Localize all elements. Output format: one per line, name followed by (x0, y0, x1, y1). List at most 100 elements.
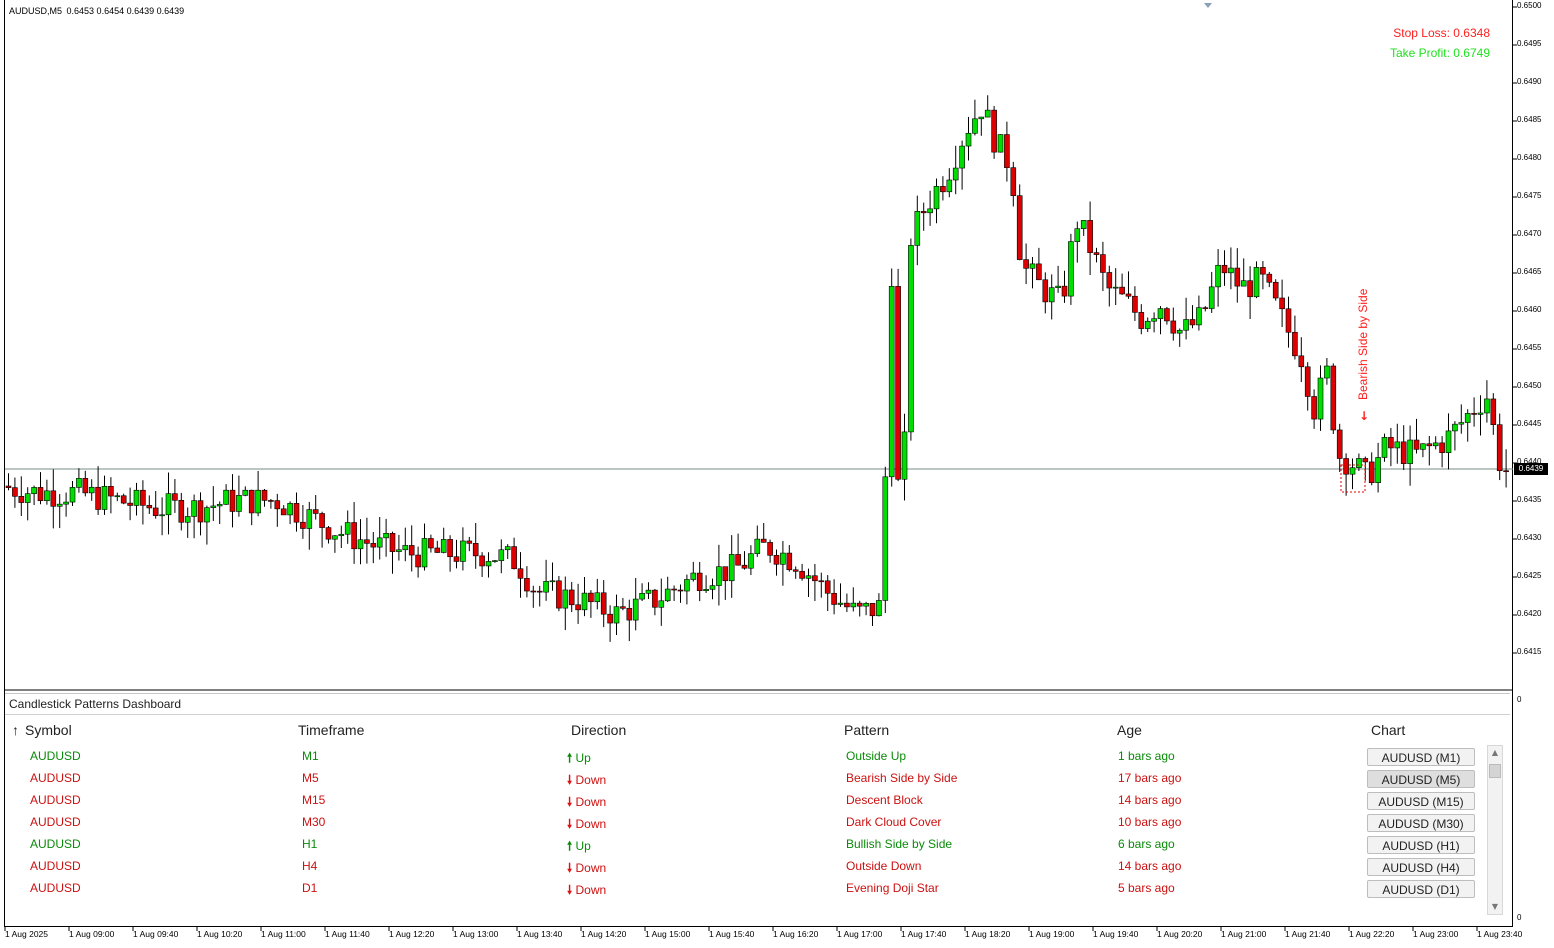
candle-body (24, 493, 31, 503)
candle-body (1055, 285, 1061, 288)
table-row[interactable]: AUDUSD M1 🠕 Up Outside Up 1 bars ago AUDUSD (… (5, 747, 1485, 769)
table-row[interactable]: AUDUSD M5 🠗 Down Bearish Side by Side 17 bar… (5, 769, 1485, 791)
column-header-pattern[interactable]: Pattern (844, 722, 889, 738)
open-chart-button[interactable]: AUDUSD (H1) (1367, 836, 1475, 854)
candle-body (664, 588, 671, 602)
table-row[interactable]: AUDUSD M30 🠗 Down Dark Cloud Cover 10 bars a… (5, 813, 1485, 835)
candle-body (1432, 442, 1439, 447)
time-axis-label: 1 Aug 12:20 (389, 929, 435, 939)
time-axis-label: 1 Aug 14:20 (581, 929, 627, 939)
candle-body (95, 486, 101, 510)
column-header-chart[interactable]: Chart (1371, 722, 1405, 738)
current-price-tag: 0.6439 (1514, 463, 1548, 475)
candle-body (978, 116, 985, 120)
candle-body (722, 566, 729, 582)
candle-body (805, 575, 812, 579)
candle-body (741, 564, 748, 569)
candle-body (1202, 307, 1209, 309)
row-direction: 🠗 Down (567, 771, 606, 792)
candle-body (792, 569, 799, 572)
candle-body (223, 489, 229, 505)
time-axis-label: 1 Aug 16:20 (773, 929, 819, 939)
time-axis-label: 1 Aug 17:00 (837, 929, 883, 939)
candle-body (709, 585, 716, 590)
candle-body (818, 580, 825, 583)
candle-body (1324, 365, 1330, 379)
candle-body (460, 540, 466, 562)
candle-body (1400, 441, 1407, 464)
time-axis-label: 1 Aug 09:00 (69, 929, 115, 939)
open-chart-button[interactable]: AUDUSD (M1) (1367, 748, 1475, 766)
column-header-symbol[interactable]: Symbol (25, 722, 72, 738)
candle-body (940, 186, 946, 193)
candle-body (76, 478, 82, 488)
candle-body (229, 489, 236, 512)
time-axis-label: 1 Aug 21:40 (1285, 929, 1331, 939)
column-header-direction[interactable]: Direction (571, 722, 626, 738)
table-row[interactable]: AUDUSD H4 🠗 Down Outside Down 14 bars ago AUD… (5, 857, 1485, 879)
candle-body (780, 552, 786, 565)
candle-body (325, 527, 332, 540)
open-chart-button[interactable]: AUDUSD (M30) (1367, 814, 1475, 832)
candle-body (997, 134, 1004, 153)
scroll-up-icon[interactable]: ▲ (1488, 746, 1502, 760)
candle-body (824, 580, 831, 594)
price-axis-label: 0.6425 (1517, 571, 1542, 580)
candle-body (767, 542, 773, 556)
candle-body (159, 514, 165, 517)
candle-body (1221, 264, 1228, 274)
candle-body (428, 538, 434, 549)
candle-body (1208, 286, 1215, 309)
table-row[interactable]: AUDUSD D1 🠗 Down Evening Doji Star 5 bars ag… (5, 879, 1485, 901)
price-axis-label: 0.6450 (1517, 381, 1542, 390)
candle-body (645, 589, 652, 594)
candle-body (178, 500, 185, 523)
table-row[interactable]: AUDUSD H1 🠕 Up Bullish Side by Side 6 bars a… (5, 835, 1485, 857)
candle-body (1304, 366, 1311, 397)
candle-body (1189, 319, 1196, 326)
candle-body (524, 578, 530, 592)
row-age: 17 bars ago (1118, 771, 1182, 785)
price-axis-label: 0.6500 (1517, 1, 1542, 10)
time-axis-label: 1 Aug 10:20 (197, 929, 243, 939)
price-axis-label: 0.6460 (1517, 305, 1542, 314)
candle-body (280, 508, 287, 516)
candle-body (1292, 331, 1298, 357)
candle-body (639, 593, 645, 600)
candle-body (396, 549, 402, 552)
candle-body (703, 589, 709, 591)
candle-body (620, 606, 626, 609)
candle-body (652, 589, 658, 608)
open-chart-button[interactable]: AUDUSD (H4) (1367, 858, 1475, 876)
candle-body (357, 539, 364, 550)
sort-arrow-up-icon[interactable]: ↑ (12, 722, 19, 738)
candle-body (37, 487, 44, 501)
candle-body (549, 580, 556, 583)
candle-body (1093, 252, 1100, 255)
table-row[interactable]: AUDUSD M15 🠗 Down Descent Block 14 bars ago A… (5, 791, 1485, 813)
candle-body (1144, 320, 1151, 329)
chart-shift-marker-icon[interactable] (1204, 3, 1212, 8)
candle-body (184, 516, 191, 523)
column-header-age[interactable]: Age (1117, 722, 1142, 738)
candle-body (927, 208, 933, 214)
open-chart-button[interactable]: AUDUSD (M5) (1367, 770, 1475, 788)
row-direction: 🠗 Down (567, 859, 606, 880)
candle-body (1112, 286, 1119, 289)
candle-body (1458, 422, 1465, 425)
candle-body (351, 522, 357, 550)
candle-body (556, 580, 562, 609)
scroll-down-icon[interactable]: ▼ (1488, 900, 1502, 914)
candle-body (485, 561, 492, 567)
scroll-thumb[interactable] (1489, 764, 1501, 778)
candle-body (1087, 220, 1093, 253)
candle-body (1215, 264, 1221, 288)
candle-body (575, 604, 581, 611)
column-header-timeframe[interactable]: Timeframe (298, 722, 364, 738)
open-chart-button[interactable]: AUDUSD (M15) (1367, 792, 1475, 810)
open-chart-button[interactable]: AUDUSD (D1) (1367, 880, 1475, 898)
price-axis-label: 0.6475 (1517, 191, 1542, 200)
dashboard-scrollbar[interactable]: ▲ ▼ (1487, 745, 1503, 915)
candle-body (965, 132, 972, 147)
candle-body (1196, 307, 1202, 326)
